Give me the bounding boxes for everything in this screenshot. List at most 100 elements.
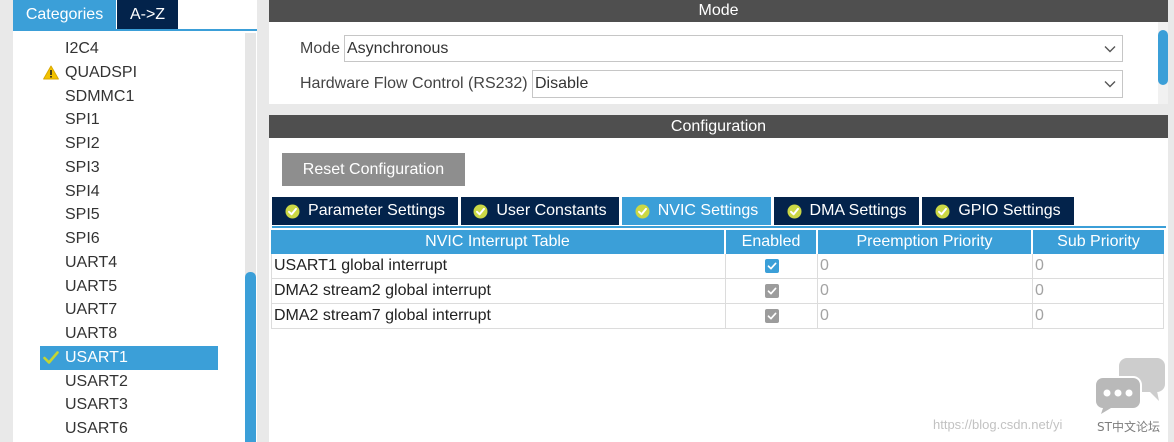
list-item-label: QUADSPI bbox=[65, 63, 138, 81]
tab-nvic-settings[interactable]: NVIC Settings bbox=[622, 197, 771, 225]
tab-label: NVIC Settings bbox=[657, 202, 759, 219]
tab-categories[interactable]: Categories bbox=[13, 0, 116, 29]
list-item-spi5[interactable]: SPI5 bbox=[40, 203, 218, 227]
list-scrollbar[interactable] bbox=[245, 33, 256, 442]
list-item-uart5[interactable]: UART5 bbox=[40, 275, 218, 299]
tab-user-constants[interactable]: User Constants bbox=[461, 197, 619, 225]
list-item-usart3[interactable]: USART3 bbox=[40, 393, 218, 417]
list-item-label: SDMMC1 bbox=[65, 87, 135, 105]
list-item-label: SPI3 bbox=[65, 158, 100, 176]
enabled-cell bbox=[726, 279, 818, 303]
list-item-uart7[interactable]: UART7 bbox=[40, 298, 218, 322]
reset-configuration-button[interactable]: Reset Configuration bbox=[282, 153, 465, 186]
preemption-priority-cell[interactable]: 0 bbox=[818, 254, 1033, 278]
table-row: USART1 global interrupt 0 0 bbox=[271, 254, 1164, 279]
column-header-preemption-priority: Preemption Priority bbox=[818, 230, 1031, 254]
section-title: Configuration bbox=[670, 118, 767, 135]
list-item-label: I2C4 bbox=[65, 40, 99, 57]
list-item-usart6[interactable]: USART6 bbox=[40, 417, 218, 441]
column-header-enabled: Enabled bbox=[726, 230, 816, 254]
tab-parameter-settings[interactable]: Parameter Settings bbox=[272, 197, 458, 225]
enabled-checkbox bbox=[764, 284, 779, 298]
mode-scrollbar[interactable] bbox=[1158, 22, 1168, 104]
checkmark-icon bbox=[767, 312, 776, 320]
list-item-spi3[interactable]: SPI3 bbox=[40, 156, 218, 180]
list-item-sdmmc1[interactable]: SDMMC1 bbox=[40, 85, 218, 109]
tab-dma-settings[interactable]: DMA Settings bbox=[774, 197, 919, 225]
checkmark-icon bbox=[767, 262, 776, 270]
scrollbar-thumb[interactable] bbox=[245, 272, 256, 442]
interrupt-name-cell: DMA2 stream2 global interrupt bbox=[271, 279, 726, 303]
list-item-label: SPI2 bbox=[65, 135, 100, 152]
tab-label: GPIO Settings bbox=[958, 202, 1061, 219]
list-item-label: UART7 bbox=[65, 301, 118, 319]
list-item-label: SPI4 bbox=[65, 182, 100, 200]
list-item-label: UART8 bbox=[65, 325, 118, 342]
table-header: NVIC Interrupt Table Enabled Preemption … bbox=[271, 230, 1164, 254]
sub-priority-cell[interactable]: 0 bbox=[1033, 304, 1164, 328]
list-item-label: USART3 bbox=[65, 396, 128, 414]
tab-label: Parameter Settings bbox=[308, 202, 445, 219]
enabled-cell bbox=[726, 304, 818, 328]
warning-icon bbox=[43, 65, 59, 80]
list-item-label: UART5 bbox=[65, 277, 118, 295]
chat-bubble-icon bbox=[1094, 358, 1165, 414]
list-item-label: USART1 bbox=[65, 348, 128, 366]
list-item-spi6[interactable]: SPI6 bbox=[40, 227, 218, 251]
check-icon bbox=[43, 350, 59, 364]
table-row: DMA2 stream2 global interrupt 0 0 bbox=[271, 279, 1164, 304]
mode-section: Mode Asynchronous Hardware Flow Control … bbox=[269, 22, 1168, 104]
check-circle-icon bbox=[787, 204, 802, 218]
tab-a-to-z[interactable]: A->Z bbox=[117, 0, 178, 29]
enabled-cell bbox=[726, 254, 818, 278]
check-circle-icon bbox=[285, 204, 300, 218]
enabled-checkbox[interactable] bbox=[764, 259, 779, 273]
hardware-flow-control-select[interactable]: Disable bbox=[532, 70, 1123, 98]
list-item-label: SPI5 bbox=[65, 206, 100, 224]
mode-section-header: Mode bbox=[269, 0, 1168, 22]
nvic-interrupt-table: NVIC Interrupt Table Enabled Preemption … bbox=[271, 230, 1164, 329]
list-item-usart1[interactable]: USART1 bbox=[40, 345, 218, 370]
tab-underline bbox=[272, 226, 1166, 228]
check-circle-icon bbox=[935, 204, 950, 218]
mode-select[interactable]: Asynchronous bbox=[344, 35, 1123, 62]
column-header-interrupt: NVIC Interrupt Table bbox=[271, 230, 724, 254]
chevron-down-icon bbox=[1104, 81, 1116, 88]
list-item-label: SPI6 bbox=[65, 230, 100, 247]
list-item-spi1[interactable]: SPI1 bbox=[40, 108, 218, 132]
check-circle-icon bbox=[635, 204, 650, 218]
tab-label: User Constants bbox=[496, 202, 607, 219]
sub-priority-cell[interactable]: 0 bbox=[1033, 279, 1164, 303]
category-tabs: Categories A->Z bbox=[13, 0, 178, 29]
list-item-usart2[interactable]: USART2 bbox=[40, 370, 218, 394]
checkmark-icon bbox=[767, 287, 776, 295]
preemption-priority-cell[interactable]: 0 bbox=[818, 279, 1033, 303]
hardware-flow-control-label: Hardware Flow Control (RS232) bbox=[300, 75, 528, 92]
list-item-label: USART2 bbox=[65, 372, 128, 390]
list-item-quadspi[interactable]: QUADSPI bbox=[40, 61, 218, 85]
column-header-sub-priority: Sub Priority bbox=[1033, 230, 1164, 254]
list-item-i2c4[interactable]: I2C4 bbox=[40, 37, 218, 61]
watermark-forum-name: ST中文论坛 bbox=[1097, 420, 1160, 434]
watermark-url: https://blog.csdn.net/yi bbox=[933, 417, 1063, 432]
list-item-spi2[interactable]: SPI2 bbox=[40, 132, 218, 156]
list-item-uart4[interactable]: UART4 bbox=[40, 251, 218, 275]
mode-select-value: Asynchronous bbox=[347, 40, 449, 57]
sub-priority-cell[interactable]: 0 bbox=[1033, 254, 1164, 278]
peripheral-list: I2C4 QUADSPI SDMMC1 SPI1 SPI2 SPI3 SPI4 … bbox=[13, 37, 245, 441]
interrupt-name-cell: DMA2 stream7 global interrupt bbox=[271, 304, 726, 328]
list-item-spi4[interactable]: SPI4 bbox=[40, 180, 218, 204]
configuration-section: Reset Configuration Parameter Settings U… bbox=[269, 138, 1168, 442]
list-item-label: USART6 bbox=[65, 420, 128, 437]
scrollbar-thumb[interactable] bbox=[1158, 30, 1168, 85]
enabled-checkbox bbox=[764, 309, 779, 323]
preemption-priority-cell[interactable]: 0 bbox=[818, 304, 1033, 328]
table-row: DMA2 stream7 global interrupt 0 0 bbox=[271, 304, 1164, 329]
list-item-uart8[interactable]: UART8 bbox=[40, 322, 218, 346]
tab-gpio-settings[interactable]: GPIO Settings bbox=[922, 197, 1074, 225]
configuration-section-header: Configuration bbox=[269, 115, 1168, 138]
section-title: Mode bbox=[698, 2, 739, 19]
mode-label: Mode bbox=[300, 40, 341, 57]
list-item-label: SPI1 bbox=[65, 111, 100, 129]
list-item-label: UART4 bbox=[65, 253, 118, 271]
